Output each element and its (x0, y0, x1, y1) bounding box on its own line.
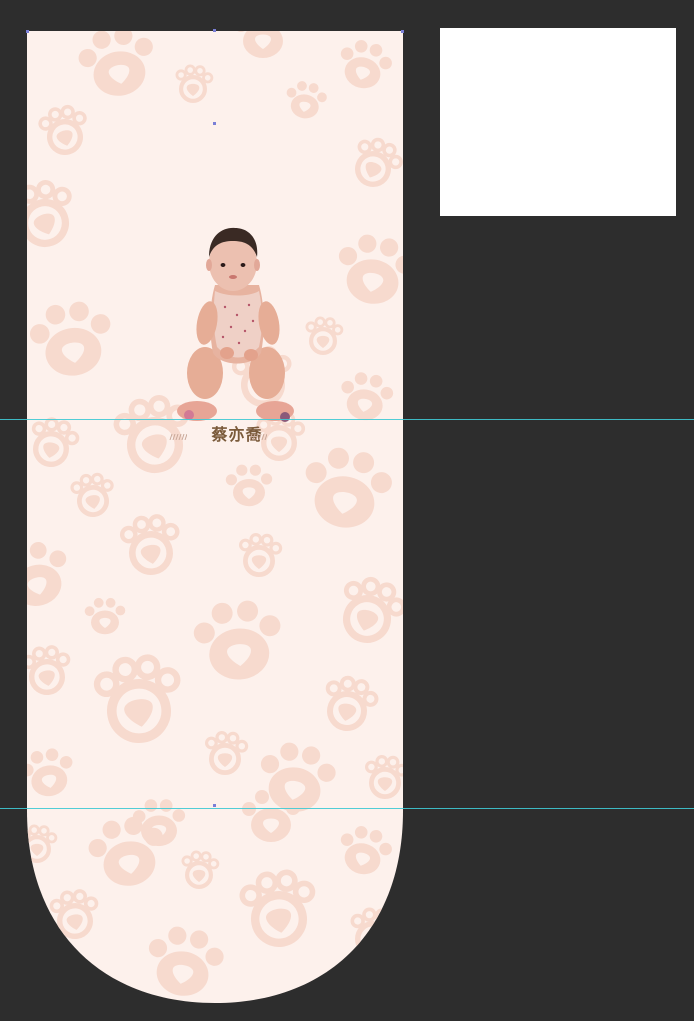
baby-photo[interactable] (175, 225, 299, 429)
blank-artboard[interactable] (440, 28, 676, 216)
artboard-background (27, 31, 403, 1003)
name-decoration-right (249, 434, 267, 440)
horizontal-guide-bottom[interactable] (0, 808, 694, 809)
horizontal-guide-top[interactable] (0, 419, 694, 420)
anchor-point[interactable] (213, 122, 216, 125)
anchor-point[interactable] (401, 30, 404, 33)
canvas-workspace[interactable]: 蔡亦喬 (0, 0, 694, 1021)
baby-name-label[interactable]: 蔡亦喬 (172, 423, 302, 447)
anchor-point[interactable] (26, 30, 29, 33)
anchor-point[interactable] (213, 29, 216, 32)
anchor-point[interactable] (213, 804, 216, 807)
pattern-artboard[interactable]: 蔡亦喬 (27, 31, 403, 1003)
